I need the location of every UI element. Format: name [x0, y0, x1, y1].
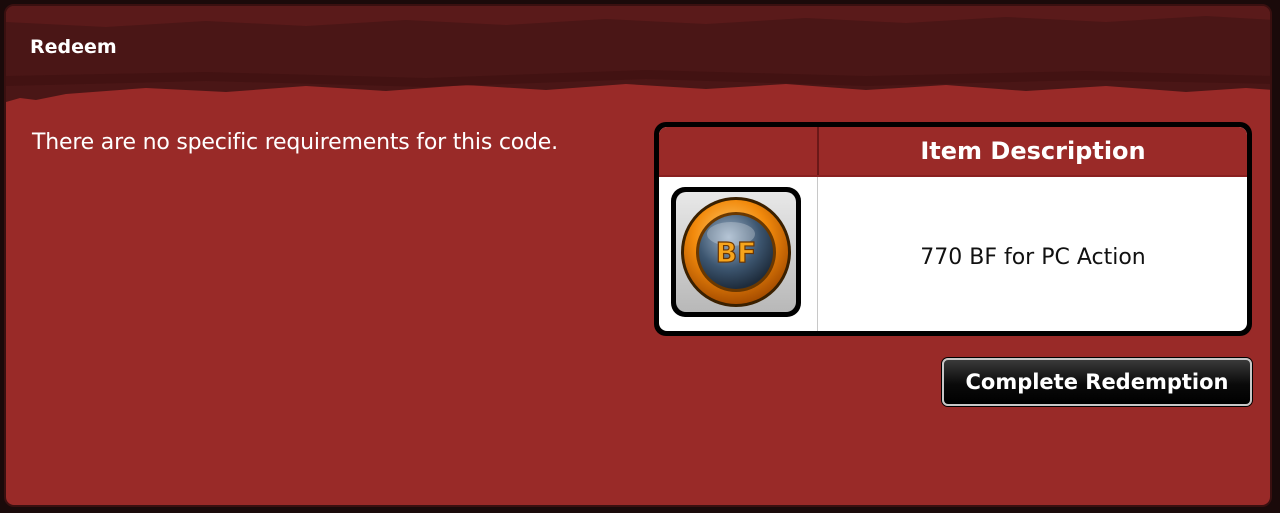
requirements-message: There are no specific requirements for t…	[32, 130, 558, 155]
page-title: Redeem	[30, 36, 117, 58]
brush-stroke-band	[6, 6, 1270, 102]
item-table-inner: Item Description BF 770 BF for PC Action	[659, 127, 1247, 331]
column-header-item-description: Item Description	[920, 137, 1146, 165]
table-header: Item Description	[659, 127, 1247, 177]
coin-label: BF	[716, 236, 756, 269]
title-bar: Redeem	[6, 6, 1270, 102]
body-divider	[817, 177, 818, 331]
bf-coin-icon: BF	[681, 197, 791, 307]
item-table: Item Description BF 770 BF for PC Action	[654, 122, 1252, 336]
complete-redemption-button[interactable]: Complete Redemption	[942, 358, 1252, 406]
redeem-panel: Redeem There are no specific requirement…	[4, 4, 1272, 507]
item-icon-background: BF	[676, 192, 796, 312]
item-icon-frame: BF	[671, 187, 801, 317]
item-description: 770 BF for PC Action	[920, 244, 1146, 270]
